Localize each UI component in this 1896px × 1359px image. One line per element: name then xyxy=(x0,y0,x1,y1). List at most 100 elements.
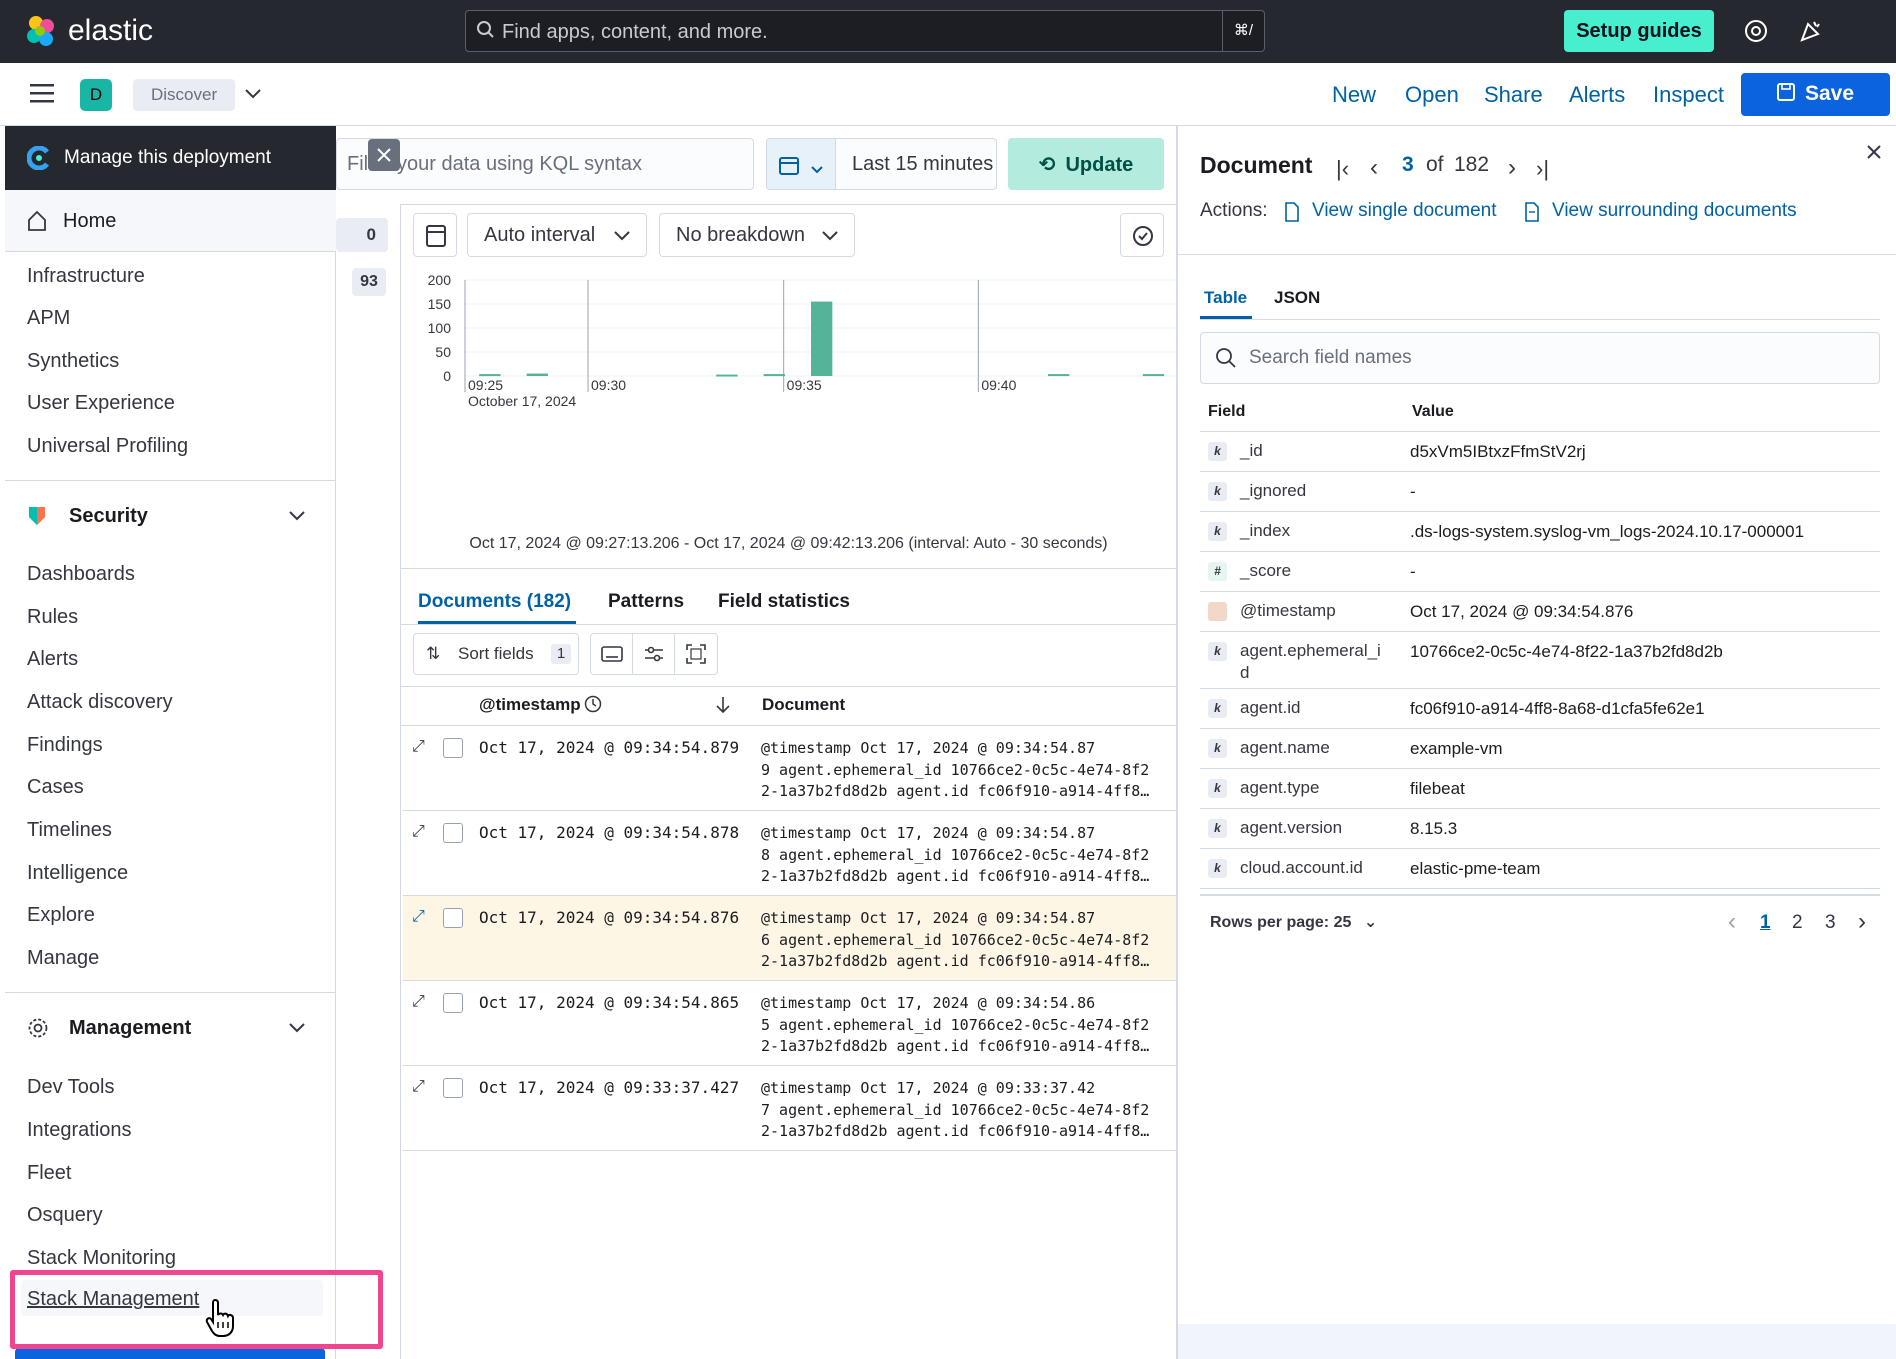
col-header-timestamp[interactable]: @timestamp xyxy=(479,695,581,715)
row-checkbox[interactable] xyxy=(443,1078,463,1098)
table-row[interactable]: ⤢ Oct 17, 2024 @ 09:33:37.427 @timestamp O… xyxy=(403,1066,1176,1151)
next-page-icon[interactable]: › xyxy=(1858,908,1866,936)
setup-guides-button[interactable]: Setup guides xyxy=(1564,10,1714,52)
chevron-down-icon[interactable] xyxy=(244,87,262,105)
nav-osquery[interactable]: Osquery xyxy=(27,1204,103,1227)
sort-desc-icon[interactable] xyxy=(715,695,731,720)
expand-icon[interactable]: ⤢ xyxy=(412,1078,425,1096)
next-icon[interactable]: › xyxy=(1508,154,1516,182)
expand-icon[interactable]: ⤢ xyxy=(412,738,425,756)
open-link[interactable]: Open xyxy=(1405,82,1459,108)
keyboard-icon[interactable] xyxy=(591,634,633,674)
nav-apm[interactable]: APM xyxy=(27,307,70,330)
fullscreen-icon[interactable] xyxy=(675,634,717,674)
field-row[interactable]: k _index .ds-logs-system.syslog-vm_logs-20… xyxy=(1200,512,1880,552)
col-header-document[interactable]: Document xyxy=(762,695,845,715)
inspect-link[interactable]: Inspect xyxy=(1653,82,1724,108)
nav-home[interactable]: Home xyxy=(5,190,336,252)
breadcrumb-discover[interactable]: Discover xyxy=(133,79,236,111)
row-checkbox[interactable] xyxy=(443,738,463,758)
table-row[interactable]: ⤢ Oct 17, 2024 @ 09:34:54.879 @timestamp O… xyxy=(403,726,1176,811)
field-row[interactable]: k agent.id fc06f910-a914-4ff8-8a68-d1cfa5f… xyxy=(1200,689,1880,729)
nav-findings[interactable]: Findings xyxy=(27,734,103,757)
time-range-display[interactable]: Last 15 minutes xyxy=(836,138,997,190)
field-row[interactable]: @timestamp Oct 17, 2024 @ 09:34:54.876 xyxy=(1200,592,1880,632)
global-search-input[interactable]: Find apps, content, and more. ⌘/ xyxy=(465,10,1265,52)
tab-json[interactable]: JSON xyxy=(1274,288,1320,308)
nav-universal-profiling[interactable]: Universal Profiling xyxy=(27,435,188,458)
field-row[interactable]: k cloud.account.id elastic-pme-team xyxy=(1200,849,1880,889)
save-button[interactable]: Save xyxy=(1741,73,1890,116)
collapse-icon[interactable]: ⤢ xyxy=(412,908,425,926)
field-row[interactable]: k _ignored - xyxy=(1200,472,1880,512)
nav-infrastructure[interactable]: Infrastructure xyxy=(27,265,145,288)
alerts-link[interactable]: Alerts xyxy=(1569,82,1625,108)
tab-patterns[interactable]: Patterns xyxy=(608,591,684,613)
elastic-logo-icon[interactable] xyxy=(24,14,58,48)
nav-dashboards[interactable]: Dashboards xyxy=(27,563,135,586)
nav-timelines[interactable]: Timelines xyxy=(27,819,112,842)
prev-page-icon[interactable]: ‹ xyxy=(1728,908,1736,936)
nav-explore[interactable]: Explore xyxy=(27,904,95,927)
nav-user-experience[interactable]: User Experience xyxy=(27,392,175,415)
last-page-icon[interactable]: ›| xyxy=(1536,156,1549,182)
close-flyout-icon[interactable] xyxy=(1864,142,1884,167)
nav-bottom-button[interactable] xyxy=(15,1348,325,1359)
first-page-icon[interactable]: |‹ xyxy=(1336,156,1349,182)
view-surrounding-documents-link[interactable]: View surrounding documents xyxy=(1552,200,1797,222)
view-single-document-link[interactable]: View single document xyxy=(1312,200,1496,222)
nav-alerts[interactable]: Alerts xyxy=(27,648,78,671)
field-search-input[interactable]: Search field names xyxy=(1200,332,1880,384)
nav-dev-tools[interactable]: Dev Tools xyxy=(27,1076,114,1099)
nav-manage[interactable]: Manage xyxy=(27,947,99,970)
expand-icon[interactable]: ⤢ xyxy=(412,823,425,841)
page-3[interactable]: 3 xyxy=(1825,912,1836,934)
nav-integrations[interactable]: Integrations xyxy=(27,1119,132,1142)
nav-stack-monitoring[interactable]: Stack Monitoring xyxy=(27,1247,176,1270)
field-row[interactable]: k agent.ephemeral_i d 10766ce2-0c5c-4e74-8… xyxy=(1200,632,1880,689)
rows-per-page-select[interactable]: Rows per page: 25 ⌄ xyxy=(1210,912,1377,932)
field-row[interactable]: k agent.version 8.15.3 xyxy=(1200,809,1880,849)
deployment-header[interactable]: Manage this deployment xyxy=(5,126,336,190)
close-icon[interactable] xyxy=(368,139,400,171)
chart-options-icon[interactable] xyxy=(413,213,457,257)
expand-icon[interactable]: ⤢ xyxy=(412,993,425,1011)
ai-assistant-icon[interactable] xyxy=(1120,213,1164,257)
tab-documents[interactable]: Documents (182) xyxy=(418,591,571,613)
field-row[interactable]: k _id d5xVm5IBtxzFfmStV2rj xyxy=(1200,432,1880,472)
share-link[interactable]: Share xyxy=(1484,82,1543,108)
new-link[interactable]: New xyxy=(1332,82,1376,108)
news-feed-icon[interactable] xyxy=(1798,18,1824,49)
field-row[interactable]: # _score - xyxy=(1200,552,1880,592)
table-row[interactable]: ⤢ Oct 17, 2024 @ 09:34:54.865 @timestamp O… xyxy=(403,981,1176,1066)
nav-cases[interactable]: Cases xyxy=(27,776,84,799)
nav-fleet[interactable]: Fleet xyxy=(27,1162,71,1185)
field-row[interactable]: k agent.type filebeat xyxy=(1200,769,1880,809)
tab-field-statistics[interactable]: Field statistics xyxy=(718,591,850,613)
nav-intelligence[interactable]: Intelligence xyxy=(27,862,128,885)
page-1[interactable]: 1 xyxy=(1760,912,1771,934)
page-2[interactable]: 2 xyxy=(1792,912,1803,934)
menu-icon[interactable] xyxy=(30,83,54,108)
row-checkbox[interactable] xyxy=(443,908,463,928)
nav-management-group[interactable]: Management xyxy=(5,993,336,1063)
interval-select[interactable]: Auto interval xyxy=(467,213,647,257)
field-row[interactable]: k agent.name example-vm xyxy=(1200,729,1880,769)
help-icon[interactable] xyxy=(1744,19,1768,48)
display-settings-icon[interactable] xyxy=(633,634,675,674)
table-row[interactable]: ⤢ Oct 17, 2024 @ 09:34:54.876 @timestamp O… xyxy=(403,896,1176,981)
space-avatar[interactable]: D xyxy=(80,79,112,111)
nav-security-group[interactable]: Security xyxy=(5,481,336,551)
breakdown-select[interactable]: No breakdown xyxy=(659,213,855,257)
sort-fields-button[interactable]: ⇅ Sort fields 1 xyxy=(413,633,579,675)
row-checkbox[interactable] xyxy=(443,993,463,1013)
nav-attack-discovery[interactable]: Attack discovery xyxy=(27,691,173,714)
update-button[interactable]: ⟲ Update xyxy=(1008,138,1164,190)
row-checkbox[interactable] xyxy=(443,823,463,843)
date-quick-menu[interactable] xyxy=(766,138,836,190)
table-row[interactable]: ⤢ Oct 17, 2024 @ 09:34:54.878 @timestamp O… xyxy=(403,811,1176,896)
tab-table[interactable]: Table xyxy=(1204,288,1247,308)
nav-synthetics[interactable]: Synthetics xyxy=(27,350,119,373)
nav-rules[interactable]: Rules xyxy=(27,606,78,629)
prev-icon[interactable]: ‹ xyxy=(1370,154,1378,182)
